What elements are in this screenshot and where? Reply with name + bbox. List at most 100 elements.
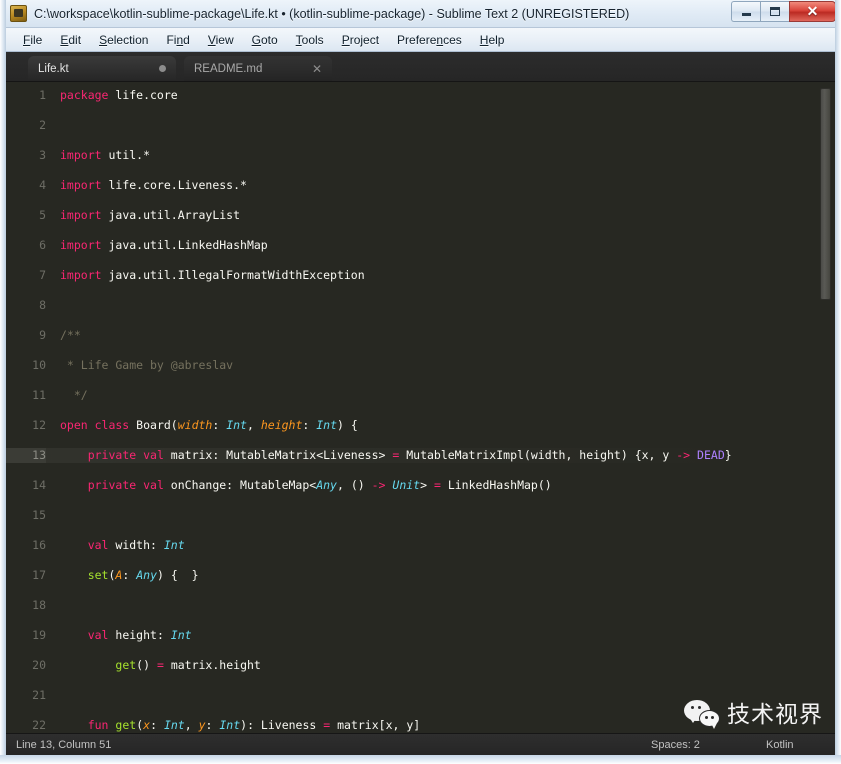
code-line[interactable]: 18	[6, 598, 732, 613]
code-line[interactable]: 3 import util.*	[6, 148, 732, 163]
tab-readme-md[interactable]: README.md ✕	[184, 56, 332, 81]
code-token: :	[212, 418, 227, 432]
code-line[interactable]: 1 package life.core	[6, 88, 732, 103]
window-border-right	[835, 0, 841, 764]
status-bar: Line 13, Column 51 Spaces: 2 Kotlin	[6, 733, 835, 755]
menu-item-find[interactable]: Find	[157, 31, 198, 49]
code-token: get	[115, 718, 137, 732]
code-token: =	[156, 658, 164, 672]
line-number: 15	[32, 508, 46, 522]
code-line[interactable]: 7 import java.util.IllegalFormatWidthExce…	[6, 268, 732, 283]
code-line[interactable]: 10 * Life Game by @abreslav	[6, 358, 732, 373]
code-token: =	[433, 478, 441, 492]
menu-item-goto[interactable]: Goto	[243, 31, 287, 49]
code-token: , ()	[336, 478, 372, 492]
code-token: ->	[676, 448, 691, 462]
code-line[interactable]: 16 val width: Int	[6, 538, 732, 553]
maximize-button[interactable]	[760, 1, 789, 22]
cursor-position: Line 13, Column 51	[16, 738, 112, 751]
code-token: onChange: MutableMap<	[163, 478, 317, 492]
code-token: Int	[226, 418, 247, 432]
menu-item-tools[interactable]: Tools	[287, 31, 333, 49]
minimize-button[interactable]	[731, 1, 760, 22]
line-number: 16	[32, 538, 46, 552]
title-bar: C:\workspace\kotlin-sublime-package\Life…	[0, 0, 841, 28]
code-token: :	[122, 568, 137, 582]
code-line[interactable]: 11 */	[6, 388, 732, 403]
code-line[interactable]: 20 get() = matrix.height	[6, 658, 732, 673]
editor-surface[interactable]: 1 package life.core 2 3 import util.* 4 imp…	[6, 82, 835, 734]
line-number: 19	[32, 628, 46, 642]
line-number: 7	[39, 268, 46, 282]
menu-item-selection[interactable]: Selection	[90, 31, 157, 49]
code-line[interactable]: 8	[6, 298, 732, 313]
code-line[interactable]: 4 import life.core.Liveness.*	[6, 178, 732, 193]
close-icon[interactable]: ✕	[312, 63, 322, 75]
modified-dot-icon[interactable]	[159, 65, 166, 72]
close-button[interactable]: ✕	[789, 1, 836, 22]
line-number: 8	[39, 298, 46, 312]
menu-item-preferences[interactable]: Preferences	[388, 31, 471, 49]
code-token: >	[420, 478, 434, 492]
line-number: 10	[32, 358, 46, 372]
code-line[interactable]: 13 private val matrix: MutableMatrix<Liv…	[6, 448, 732, 463]
code-line[interactable]: 6 import java.util.LinkedHashMap	[6, 238, 732, 253]
line-number: 3	[39, 148, 46, 162]
scrollbar-thumb[interactable]	[820, 88, 831, 300]
code-token: Int	[170, 628, 192, 642]
code-token: import	[60, 238, 102, 252]
tab-life-kt[interactable]: Life.kt	[28, 56, 176, 81]
code-token: Board(	[129, 418, 178, 432]
menu-item-help[interactable]: Help	[471, 31, 514, 49]
code-line[interactable]: 21	[6, 688, 732, 703]
code-line[interactable]: 19 val height: Int	[6, 628, 732, 643]
code-token: import	[60, 208, 102, 222]
code-token: width:	[108, 538, 164, 552]
code-editor[interactable]: 1 package life.core 2 3 import util.* 4 imp…	[6, 82, 835, 734]
code-token: java.util.ArrayList	[101, 208, 241, 222]
menu-item-view[interactable]: View	[199, 31, 243, 49]
code-token: package	[60, 88, 109, 102]
code-token: /**	[60, 328, 81, 342]
sublime-text-icon	[10, 5, 27, 22]
code-token: ->	[371, 478, 386, 492]
code-line[interactable]: 5 import java.util.ArrayList	[6, 208, 732, 223]
code-line[interactable]: 14 private val onChange: MutableMap<Any,…	[6, 478, 732, 493]
code-line[interactable]: 15	[6, 508, 732, 523]
syntax-mode[interactable]: Kotlin	[766, 739, 794, 751]
code-token: util.*	[101, 148, 151, 162]
code-line[interactable]: 17 set(A: Any) { }	[6, 568, 732, 583]
code-token: Int	[163, 718, 185, 732]
code-token: ,	[184, 718, 199, 732]
code-token: Any	[316, 478, 337, 492]
code-token: java.util.LinkedHashMap	[101, 238, 268, 252]
code-token: */	[60, 388, 88, 402]
vertical-scrollbar[interactable]	[820, 84, 831, 732]
code-token: ) {	[337, 418, 358, 432]
code-token: private val	[87, 448, 164, 462]
tab-bar: Life.kt README.md ✕	[6, 52, 835, 82]
code-token: height	[260, 418, 303, 432]
code-token: MutableMatrixImpl(width, height) {x, y	[399, 448, 677, 462]
menu-item-edit[interactable]: Edit	[51, 31, 90, 49]
code-token: ): Liveness	[240, 718, 324, 732]
code-token: height:	[108, 628, 171, 642]
code-token: life.core	[108, 88, 178, 102]
line-number: 21	[32, 688, 46, 702]
minimize-icon	[732, 2, 760, 21]
menu-item-project[interactable]: Project	[333, 31, 388, 49]
code-line[interactable]: 22 fun get(x: Int, y: Int): Liveness = m…	[6, 718, 732, 733]
code-token: height	[219, 658, 261, 672]
indentation-setting[interactable]: Spaces: 2	[651, 739, 700, 751]
code-token: import	[60, 148, 102, 162]
tab-label: Life.kt	[38, 62, 69, 75]
code-content[interactable]: 1 package life.core 2 3 import util.* 4 imp…	[6, 88, 732, 734]
code-line[interactable]: 9 /**	[6, 328, 732, 343]
code-line[interactable]: 12 open class Board(width: Int, height: I…	[6, 418, 732, 433]
code-line[interactable]: 2	[6, 118, 732, 133]
menu-item-file[interactable]: File	[14, 31, 51, 49]
code-token: :	[205, 718, 220, 732]
